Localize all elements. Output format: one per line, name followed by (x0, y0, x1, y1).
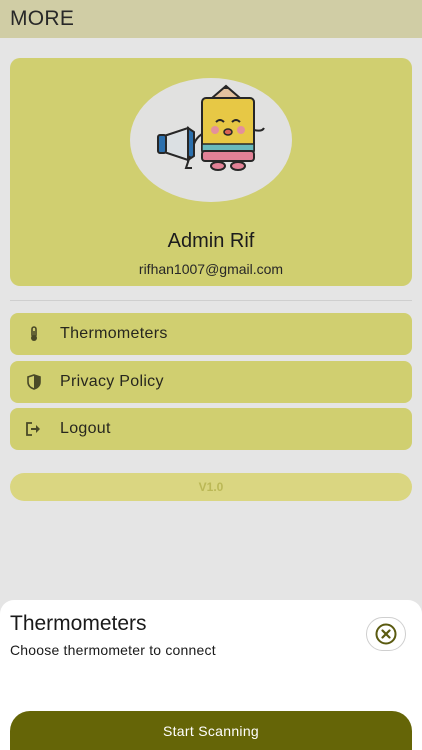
more-screen: MORE Admin Rif rifhan1007@gmail.com Ther… (0, 0, 422, 750)
start-scanning-button[interactable]: Start Scanning (10, 711, 412, 750)
sheet-subtitle: Choose thermometer to connect (10, 642, 216, 658)
close-button[interactable] (366, 617, 406, 651)
sheet-title: Thermometers (10, 612, 147, 635)
thermometers-bottom-sheet: Thermometers Choose thermometer to conne… (0, 600, 422, 750)
close-circle-icon (375, 623, 397, 645)
start-scanning-label: Start Scanning (162, 722, 260, 739)
